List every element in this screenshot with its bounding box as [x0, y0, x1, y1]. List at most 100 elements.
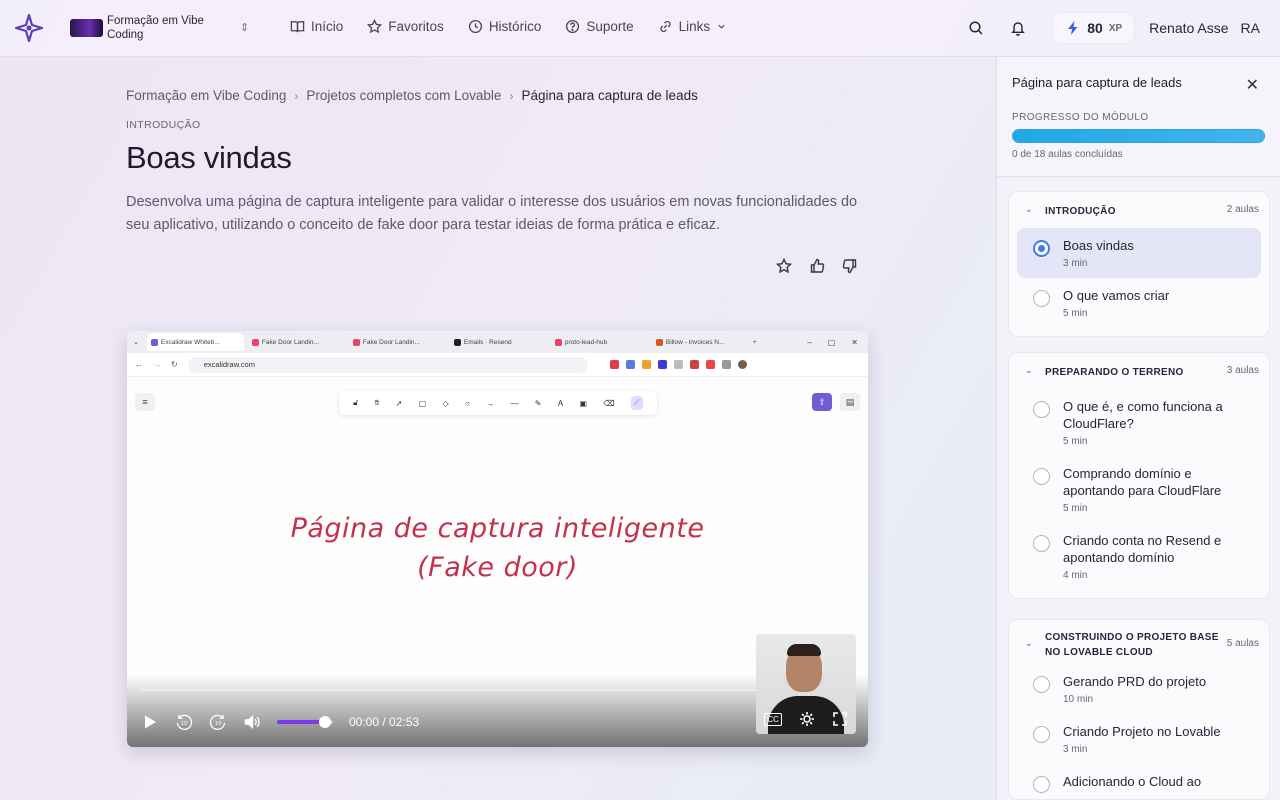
back-icon: ← [135, 360, 143, 369]
presenter-hair [787, 644, 821, 656]
nav-item-suporte[interactable]: Suporte [565, 19, 634, 34]
chevron-down-icon: ⌄ [1025, 638, 1033, 648]
favorite-button[interactable] [774, 256, 793, 275]
nav-item-links[interactable]: Links [658, 19, 728, 34]
lesson-title: Comprando domínio e apontando para Cloud… [1063, 466, 1222, 498]
video-player[interactable]: ⌄ Excalidraw Whiteb... Fake Door Landin.… [127, 331, 868, 747]
svg-text:10: 10 [215, 721, 222, 727]
nav-item-favoritos[interactable]: Favoritos [367, 19, 444, 34]
lesson-status-radio [1033, 726, 1050, 743]
video-browser-tabs: ⌄ Excalidraw Whiteb... Fake Door Landin.… [127, 331, 868, 353]
module-lesson-count: 5 aulas [1226, 638, 1259, 649]
course-thumbnail [70, 19, 103, 37]
chevron-down-icon [718, 24, 725, 29]
app-logo-icon[interactable] [14, 13, 44, 43]
page-title: Boas vindas [126, 140, 292, 175]
lesson-item[interactable]: O que vamos criar 5 min [1017, 278, 1261, 328]
breadcrumb-item-course[interactable]: Formação em Vibe Coding [126, 88, 286, 103]
library-icon: ▤ [840, 393, 860, 411]
chevron-down-icon: ⌄ [133, 339, 139, 346]
module-construindo-o-projeto-base: ⌄ CONSTRUINDO O PROJETO BASE NO LOVABLE … [1008, 619, 1270, 800]
chevron-right-icon: › [509, 88, 514, 103]
breadcrumb-item-current: Página para captura de leads [521, 88, 698, 103]
thumbs-up-icon [810, 258, 824, 273]
xp-badge[interactable]: 80 XP [1052, 12, 1136, 44]
lesson-duration: 5 min [1063, 503, 1088, 514]
bell-icon [1011, 22, 1026, 36]
lesson-title: Criando Projeto no Lovable [1063, 724, 1221, 739]
thumbs-down-icon [842, 258, 856, 273]
lesson-title: Boas vindas [1063, 238, 1134, 253]
module-header[interactable]: ⌄ PREPARANDO O TERRENO 3 aulas [1009, 353, 1269, 389]
handwritten-line: Página de captura inteligente [290, 513, 705, 544]
top-navigation-bar: Formação em Vibe Coding ⇕ Início Favorit… [0, 0, 1280, 57]
nav-item-historico[interactable]: Histórico [468, 19, 541, 34]
user-name[interactable]: Renato Asse [1149, 20, 1228, 36]
lightning-icon [1068, 21, 1078, 35]
notifications-button[interactable] [1002, 12, 1034, 44]
lesson-item[interactable]: Criando conta no Resend e apontando domí… [1017, 523, 1261, 590]
lesson-duration: 5 min [1063, 308, 1088, 319]
captions-button[interactable]: CC [764, 712, 782, 726]
lesson-item[interactable]: Adicionando o Cloud ao [1017, 764, 1261, 799]
lesson-title: O que é, e como funciona a CloudFlare? [1063, 399, 1223, 431]
browser-tab: Emails · Resend [450, 333, 547, 351]
lesson-status-radio [1033, 676, 1050, 693]
laser-icon: ⟋ [631, 396, 643, 410]
lesson-item[interactable]: Gerando PRD do projeto 10 min [1017, 664, 1261, 714]
like-button[interactable] [807, 256, 826, 275]
window-controls: – ▢ ✕ [807, 337, 858, 347]
lesson-item[interactable]: Boas vindas 3 min [1017, 228, 1261, 278]
close-icon[interactable]: ✕ [1246, 75, 1259, 95]
video-controls: 10 10 00:00 / 02:53 [141, 711, 855, 733]
search-icon [969, 21, 983, 35]
module-header[interactable]: ⌄ INTRODUÇÃO 2 aulas [1009, 192, 1269, 228]
rectangle-icon: ▢ [418, 398, 427, 408]
fullscreen-icon[interactable] [832, 711, 848, 727]
lesson-item[interactable]: Criando Projeto no Lovable 3 min [1017, 714, 1261, 764]
reload-icon: ↻ [171, 360, 178, 369]
browser-tab: proto-lead-hub [551, 333, 648, 351]
module-introducao: ⌄ INTRODUÇÃO 2 aulas Boas vindas 3 min O… [1008, 191, 1270, 337]
lesson-item[interactable]: O que é, e como funciona a CloudFlare? 5… [1017, 389, 1261, 456]
video-time: 00:00 / 02:53 [349, 715, 420, 729]
lesson-title: Adicionando o Cloud ao [1063, 774, 1202, 789]
star-icon [367, 19, 383, 34]
lesson-duration: 3 min [1063, 258, 1088, 269]
volume-knob[interactable] [318, 716, 331, 728]
chevron-down-icon: ⌄ [1025, 365, 1033, 375]
volume-icon[interactable] [243, 713, 261, 731]
progress-label: PROGRESSO DO MÓDULO [1012, 112, 1149, 123]
play-icon[interactable] [141, 713, 159, 731]
clock-icon [468, 19, 482, 34]
volume-slider[interactable] [277, 716, 333, 728]
module-lesson-count: 2 aulas [1226, 204, 1259, 215]
lesson-title: Gerando PRD do projeto [1063, 674, 1207, 689]
progress-count: 0 de 18 aulas concluídas [1012, 149, 1123, 160]
lesson-actions [774, 256, 859, 275]
module-title: PREPARANDO O TERRENO [1045, 367, 1184, 378]
rewind-10-icon[interactable]: 10 [175, 713, 193, 731]
nav-item-inicio[interactable]: Início [290, 19, 343, 34]
browser-tab: Excalidraw Whiteb... [146, 333, 244, 351]
search-button[interactable] [960, 12, 992, 44]
video-extra-controls: CC [756, 711, 856, 727]
module-header[interactable]: ⌄ CONSTRUINDO O PROJETO BASE NO LOVABLE … [1009, 620, 1269, 664]
forward-10-icon[interactable]: 10 [209, 713, 227, 731]
lesson-item[interactable]: Comprando domínio e apontando para Cloud… [1017, 456, 1261, 523]
chevron-down-icon: ⌄ [1025, 204, 1033, 214]
pencil-icon: ✎ [534, 398, 542, 408]
xp-unit: XP [1108, 22, 1123, 34]
course-switcher[interactable]: Formação em Vibe Coding ⇕ [70, 14, 249, 42]
breadcrumb: Formação em Vibe Coding › Projetos compl… [126, 88, 698, 103]
module-preparando-o-terreno: ⌄ PREPARANDO O TERRENO 3 aulas O que é, … [1008, 352, 1270, 599]
nav-label: Favoritos [388, 19, 444, 34]
breadcrumb-item-category[interactable]: Projetos completos com Lovable [306, 88, 501, 103]
browser-tab: Fake Door Landin... [349, 333, 446, 351]
lesson-status-radio [1033, 535, 1050, 552]
settings-icon[interactable] [799, 711, 815, 727]
avatar[interactable]: RA [1241, 20, 1260, 36]
lesson-status-radio [1033, 290, 1050, 307]
dislike-button[interactable] [840, 256, 859, 275]
video-progress-bar[interactable] [141, 689, 855, 691]
